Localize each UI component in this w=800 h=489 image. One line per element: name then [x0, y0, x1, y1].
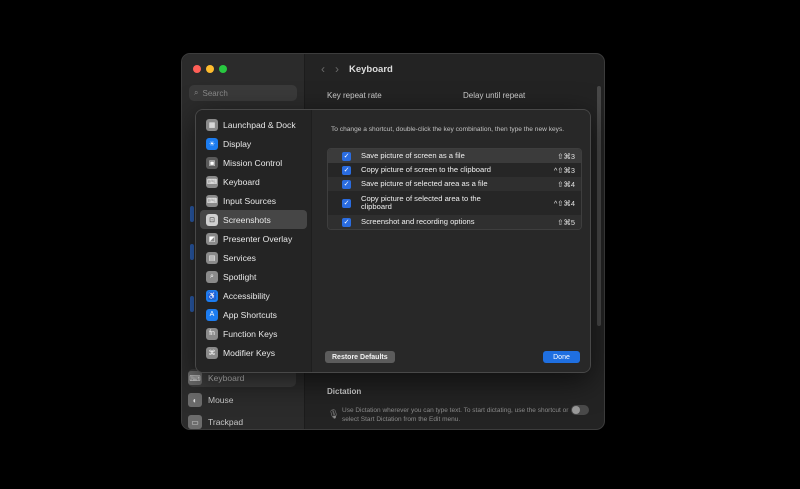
trackpad-icon: ▭	[188, 415, 202, 429]
category-label: Modifier Keys	[223, 347, 276, 358]
category-modifier-keys[interactable]: ⌘ Modifier Keys	[200, 343, 307, 362]
checkbox-checked-icon[interactable]: ✓	[342, 151, 351, 161]
category-mission-control[interactable]: ▣ Mission Control	[200, 153, 307, 172]
shortcut-keys[interactable]: ⇧⌘5	[557, 218, 575, 227]
keyboard-shortcuts-sheet: ▦ Launchpad & Dock ☀ Display ▣ Mission C…	[195, 109, 591, 373]
table-row[interactable]: ✓ Save picture of selected area as a fil…	[328, 177, 581, 191]
presenter-overlay-icon: ◩	[206, 232, 218, 245]
category-function-keys[interactable]: fn Function Keys	[200, 324, 307, 343]
instruction-text: To change a shortcut, double-click the k…	[331, 126, 565, 133]
sidebar-icon-peek	[190, 206, 194, 222]
category-label: Launchpad & Dock	[223, 119, 296, 130]
checkbox-checked-icon[interactable]: ✓	[342, 165, 351, 175]
window-title: Keyboard	[349, 63, 393, 75]
shortcut-keys[interactable]: ^⇧⌘4	[554, 199, 575, 208]
accessibility-icon: ♿	[206, 289, 218, 302]
checkbox-checked-icon[interactable]: ✓	[342, 198, 351, 208]
window-toolbar: ‹ › Keyboard	[305, 54, 604, 84]
shortcut-label: Copy picture of selected area to the cli…	[361, 193, 481, 211]
restore-defaults-button[interactable]: Restore Defaults	[325, 351, 395, 363]
window-controls	[193, 65, 227, 73]
search-placeholder: Search	[202, 88, 228, 98]
category-label: Services	[223, 252, 256, 263]
display-icon: ☀	[206, 137, 218, 150]
shortcut-category-list: ▦ Launchpad & Dock ☀ Display ▣ Mission C…	[196, 110, 312, 372]
category-label: Spotlight	[223, 271, 257, 282]
category-spotlight[interactable]: ⌕ Spotlight	[200, 267, 307, 286]
function-keys-icon: fn	[206, 327, 218, 340]
minimize-window-button[interactable]	[206, 65, 214, 73]
category-keyboard[interactable]: ⌨ Keyboard	[200, 172, 307, 191]
category-label: Presenter Overlay	[223, 233, 293, 244]
keyboard-icon: ⌨	[188, 371, 202, 385]
category-label: Display	[223, 138, 252, 149]
checkbox-checked-icon[interactable]: ✓	[342, 217, 351, 227]
modifier-keys-icon: ⌘	[206, 346, 218, 359]
search-icon: ⌕	[194, 88, 199, 97]
back-button[interactable]: ‹	[321, 62, 325, 76]
keyboard-icon: ⌨	[206, 175, 218, 188]
shortcut-keys[interactable]: ⇧⌘4	[557, 180, 575, 189]
delay-until-repeat-label: Delay until repeat	[463, 91, 526, 100]
sidebar-icon-peek	[190, 244, 194, 260]
sidebar-icon-peek	[190, 296, 194, 312]
zoom-window-button[interactable]	[219, 65, 227, 73]
category-label: Input Sources	[223, 195, 277, 206]
dictation-description: Use Dictation wherever you can type text…	[342, 407, 569, 423]
table-row[interactable]: ✓ Save picture of screen as a file ⇧⌘3	[328, 149, 581, 163]
mission-control-icon: ▣	[206, 156, 218, 169]
shortcut-label: Copy picture of screen to the clipboard	[361, 164, 492, 174]
category-launchpad-dock[interactable]: ▦ Launchpad & Dock	[200, 115, 307, 134]
category-label: Mission Control	[223, 157, 283, 168]
done-button[interactable]: Done	[543, 351, 580, 363]
category-label: Accessibility	[223, 290, 270, 301]
category-display[interactable]: ☀ Display	[200, 134, 307, 153]
sidebar-item-trackpad[interactable]: ▭ Trackpad	[188, 413, 296, 429]
sidebar-item-label: Trackpad	[208, 417, 244, 427]
mouse-icon: ◐	[188, 393, 202, 407]
table-row[interactable]: ✓ Copy picture of selected area to the c…	[328, 191, 581, 215]
category-label: Function Keys	[223, 328, 278, 339]
dictation-heading: Dictation	[327, 387, 362, 396]
checkbox-checked-icon[interactable]: ✓	[342, 179, 351, 189]
shortcut-label: Screenshot and recording options	[361, 216, 475, 226]
launchpad-icon: ▦	[206, 118, 218, 131]
category-label: Screenshots	[223, 214, 271, 225]
category-label: App Shortcuts	[223, 309, 277, 320]
sidebar-item-label: Keyboard	[208, 373, 245, 383]
scrollbar[interactable]	[597, 86, 601, 326]
category-screenshots[interactable]: ⊡ Screenshots	[200, 210, 307, 229]
category-accessibility[interactable]: ♿ Accessibility	[200, 286, 307, 305]
sidebar-item-mouse[interactable]: ◐ Mouse	[188, 391, 296, 409]
shortcut-keys[interactable]: ^⇧⌘3	[554, 166, 575, 175]
key-repeat-label: Key repeat rate	[327, 91, 382, 100]
search-field[interactable]: ⌕ Search	[189, 85, 297, 101]
category-label: Keyboard	[223, 176, 260, 187]
category-presenter-overlay[interactable]: ◩ Presenter Overlay	[200, 229, 307, 248]
category-input-sources[interactable]: ⌨ Input Sources	[200, 191, 307, 210]
screenshot-icon: ⊡	[206, 213, 218, 226]
services-icon: ▤	[206, 251, 218, 264]
category-app-shortcuts[interactable]: A App Shortcuts	[200, 305, 307, 324]
microphone-icon: 🎙	[328, 409, 340, 419]
input-sources-icon: ⌨	[206, 194, 218, 207]
shortcut-label: Save picture of selected area as a file	[361, 178, 488, 188]
shortcut-table: ✓ Save picture of screen as a file ⇧⌘3 ✓…	[327, 148, 582, 230]
spotlight-icon: ⌕	[206, 270, 218, 283]
sidebar-item-label: Mouse	[208, 395, 234, 405]
table-row[interactable]: ✓ Screenshot and recording options ⇧⌘5	[328, 215, 581, 229]
shortcut-detail-panel: To change a shortcut, double-click the k…	[312, 110, 590, 372]
table-row[interactable]: ✓ Copy picture of screen to the clipboar…	[328, 163, 581, 177]
shortcut-keys[interactable]: ⇧⌘3	[557, 152, 575, 161]
app-shortcuts-icon: A	[206, 308, 218, 321]
dictation-toggle[interactable]	[571, 405, 589, 415]
shortcut-label: Save picture of screen as a file	[361, 150, 465, 160]
forward-button[interactable]: ›	[335, 62, 339, 76]
close-window-button[interactable]	[193, 65, 201, 73]
category-services[interactable]: ▤ Services	[200, 248, 307, 267]
